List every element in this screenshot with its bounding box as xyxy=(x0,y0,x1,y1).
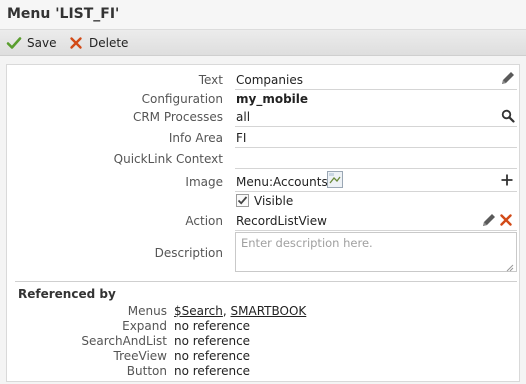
description-placeholder: Enter description here. xyxy=(241,236,373,250)
visible-label: Visible xyxy=(254,194,294,208)
delete-button[interactable]: Delete xyxy=(68,35,128,51)
crm-processes-label: CRM Processes xyxy=(132,110,223,124)
ref-button-label: Button xyxy=(126,364,167,378)
ref-searchandlist-label: SearchAndList xyxy=(81,334,167,348)
section-divider xyxy=(15,281,517,282)
resize-handle-icon[interactable] xyxy=(506,261,514,272)
ref-menus-value: $Search, SMARTBOOK xyxy=(174,304,306,318)
info-area-underline xyxy=(235,147,517,148)
toolbar: Save Delete xyxy=(0,30,526,56)
pencil-icon[interactable] xyxy=(481,212,497,228)
action-underline xyxy=(235,230,517,231)
image-underline xyxy=(235,191,517,192)
ref-menu-separator: , xyxy=(222,304,231,318)
ref-button-value: no reference xyxy=(174,364,251,378)
referenced-by-heading: Referenced by xyxy=(18,287,116,301)
ref-menus-label: Menus xyxy=(127,304,167,318)
action-field[interactable]: RecordListView xyxy=(236,214,327,228)
save-label: Save xyxy=(27,36,57,50)
description-label: Description xyxy=(154,246,223,260)
info-area-field[interactable]: FI xyxy=(236,131,246,145)
quicklink-context-underline xyxy=(235,168,517,169)
magnifier-icon[interactable] xyxy=(501,109,517,125)
text-label: Text xyxy=(198,73,223,87)
ref-expand-value: no reference xyxy=(174,319,251,333)
checkmark-icon xyxy=(6,35,22,51)
save-button[interactable]: Save xyxy=(6,35,56,51)
delete-label: Delete xyxy=(89,36,129,50)
page-title: Menu 'LIST_FI' xyxy=(7,6,120,22)
text-field[interactable]: Companies xyxy=(236,73,303,87)
configuration-value: my_mobile xyxy=(236,92,309,106)
plus-icon[interactable] xyxy=(500,173,516,189)
ref-menu-link-smartbook[interactable]: SMARTBOOK xyxy=(231,304,307,318)
text-field-underline xyxy=(235,89,517,90)
description-textarea[interactable]: Enter description here. xyxy=(235,232,517,272)
title-bar: Menu 'LIST_FI' xyxy=(0,0,526,30)
image-field[interactable]: Menu:Accounts xyxy=(236,175,328,189)
visible-checkbox[interactable] xyxy=(236,194,249,207)
pencil-icon[interactable] xyxy=(500,70,516,86)
details-panel: Text Companies Configuration my_mobile C… xyxy=(6,64,520,382)
ref-menu-link-search[interactable]: $Search xyxy=(174,304,223,318)
image-label: Image xyxy=(185,175,223,189)
info-area-label: Info Area xyxy=(168,131,223,145)
broken-image-icon xyxy=(327,171,343,188)
x-icon[interactable] xyxy=(499,213,515,229)
crm-processes-underline xyxy=(235,126,517,127)
x-icon xyxy=(68,35,84,51)
action-label: Action xyxy=(185,214,223,228)
ref-treeview-value: no reference xyxy=(174,349,251,363)
quicklink-context-label: QuickLink Context xyxy=(113,152,223,166)
configuration-label: Configuration xyxy=(141,92,223,106)
ref-expand-label: Expand xyxy=(122,319,167,333)
ref-searchandlist-value: no reference xyxy=(174,334,251,348)
ref-treeview-label: TreeView xyxy=(113,349,167,363)
crm-processes-field[interactable]: all xyxy=(236,110,250,124)
